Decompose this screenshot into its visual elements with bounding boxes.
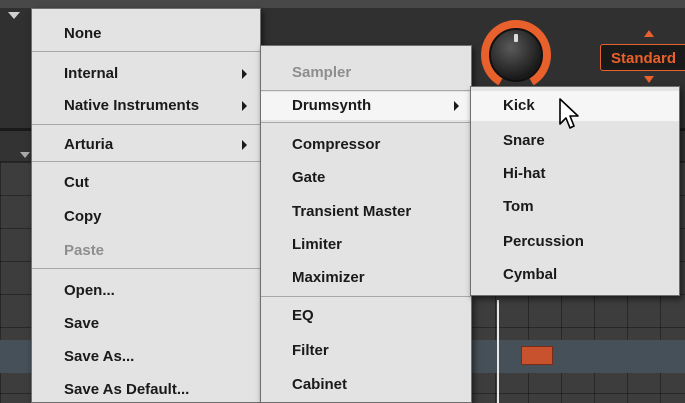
pattern-note[interactable] <box>521 346 553 365</box>
menu-item-label: Hi-hat <box>503 165 546 182</box>
submenu-arrow-icon <box>454 101 459 111</box>
menu-item-label: Arturia <box>64 136 114 153</box>
menu-separator <box>261 122 471 123</box>
menu-separator <box>32 161 260 162</box>
menu-separator <box>261 296 471 297</box>
menu-item-label: EQ <box>292 307 314 324</box>
preset-label: Standard <box>611 50 677 67</box>
menu-item-label: Open... <box>64 282 115 299</box>
context-menu: None Internal Native Instruments Arturia… <box>31 8 261 403</box>
preset-down-arrow-icon[interactable] <box>644 76 654 83</box>
menu-item-label: Percussion <box>503 233 584 250</box>
menu-item-label: Gate <box>292 169 326 186</box>
menu-item-label: Maximizer <box>292 269 365 286</box>
menu-item-label: Drumsynth <box>292 97 372 114</box>
menu-item-label: Cabinet <box>292 376 348 393</box>
submenu-arrow-icon <box>242 101 247 111</box>
menu-item-label: Snare <box>503 132 545 149</box>
menu-item-label: Kick <box>503 97 535 114</box>
menu-item-label: Compressor <box>292 136 381 153</box>
arrow-pointer-icon <box>559 98 579 129</box>
submenu-arrow-icon <box>242 69 247 79</box>
preset-up-arrow-icon[interactable] <box>644 30 654 37</box>
menu-item-label: Paste <box>64 242 105 259</box>
internal-submenu: Sampler Drumsynth Compressor Gate Transi… <box>260 45 472 403</box>
menu-item-label: None <box>64 25 102 42</box>
menu-item-drumsynth[interactable]: Drumsynth <box>261 92 471 120</box>
knob-indicator <box>514 34 518 42</box>
submenu-arrow-icon <box>242 140 247 150</box>
menu-separator <box>32 124 260 125</box>
menu-item-label: Limiter <box>292 236 343 253</box>
menu-separator <box>261 90 471 91</box>
menu-item-label: Filter <box>292 342 329 359</box>
top-bar <box>0 0 685 8</box>
menu-item-label: Save As... <box>64 348 135 365</box>
menu-item-label: Copy <box>64 208 102 225</box>
menu-item-label: Tom <box>503 198 534 215</box>
menu-item-label: Sampler <box>292 64 352 81</box>
menu-separator <box>32 268 260 269</box>
playhead-line <box>497 300 499 403</box>
menu-item-label: Transient Master <box>292 203 412 220</box>
menu-item-label: Cymbal <box>503 266 558 283</box>
collapse-arrow-icon[interactable] <box>20 152 30 158</box>
menu-item-label: Cut <box>64 174 89 191</box>
preset-selector[interactable]: Standard <box>600 44 685 71</box>
menu-item-label: Save As Default... <box>64 381 190 398</box>
parameter-knob[interactable] <box>481 20 551 90</box>
menu-separator <box>32 51 260 52</box>
menu-item-label: Native Instruments <box>64 97 200 114</box>
dropdown-arrow-icon[interactable] <box>8 12 20 19</box>
menu-item-label: Internal <box>64 65 119 82</box>
menu-item-label: Save <box>64 315 100 332</box>
